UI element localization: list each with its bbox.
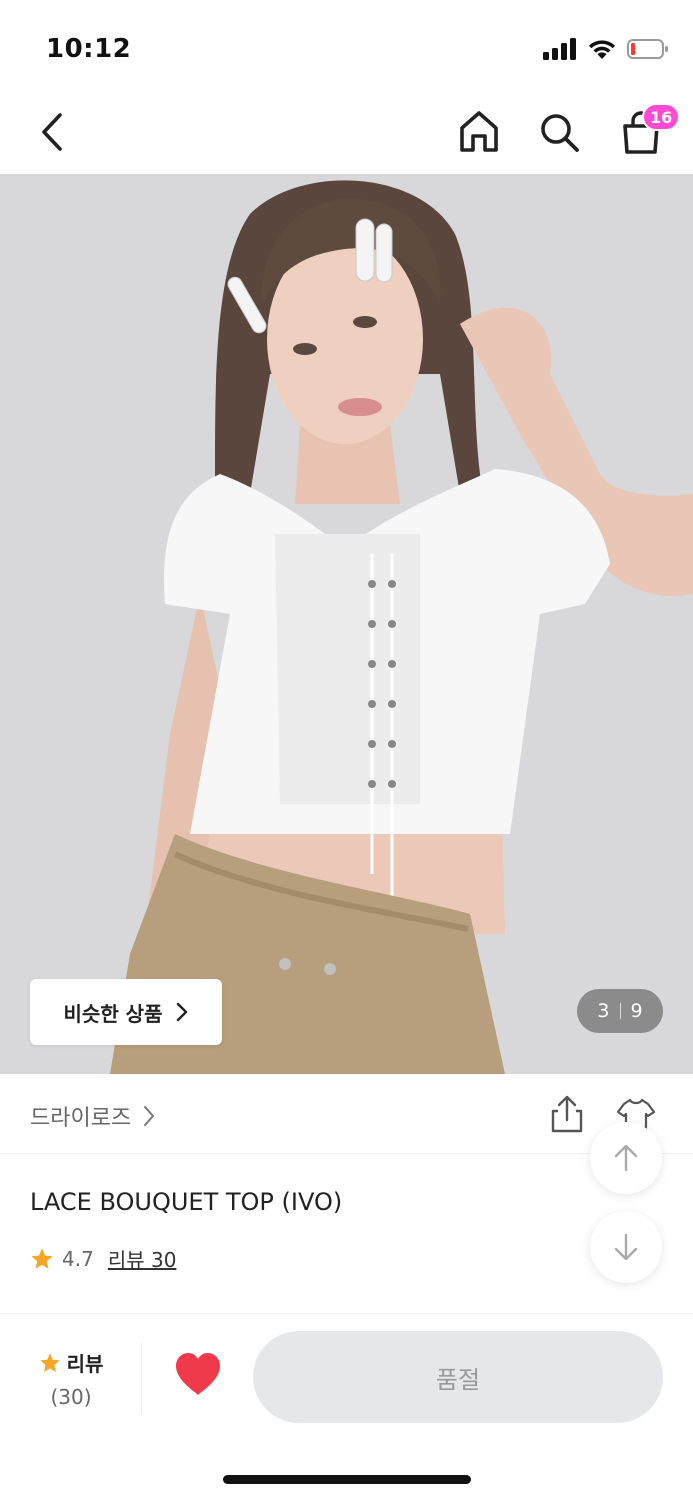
- similar-products-button[interactable]: 비슷한 상품: [30, 979, 222, 1045]
- scroll-up-button[interactable]: [590, 1122, 662, 1194]
- current-page: 3: [597, 1000, 610, 1022]
- review-summary-button[interactable]: 리뷰 (30): [30, 1348, 112, 1409]
- cart-count-badge: 16: [642, 103, 681, 131]
- similar-products-label: 비슷한 상품: [63, 1001, 163, 1026]
- star-icon: [31, 1248, 53, 1269]
- bottom-action-bar: 리뷰 (30) 품절: [0, 1313, 693, 1433]
- status-icons: [543, 38, 669, 60]
- share-icon: [551, 1095, 583, 1133]
- home-icon: [460, 111, 498, 152]
- chevron-left-icon: [42, 113, 62, 151]
- arrow-down-icon: [614, 1233, 638, 1261]
- like-button[interactable]: [174, 1352, 222, 1398]
- search-button[interactable]: [536, 108, 582, 156]
- brand-link[interactable]: 드라이로즈: [30, 1100, 155, 1132]
- scroll-down-button[interactable]: [590, 1211, 662, 1283]
- product-photo: [0, 174, 693, 1074]
- status-bar: 10:12: [0, 0, 693, 92]
- review-link[interactable]: 리뷰 30: [108, 1244, 177, 1273]
- review-label: 리뷰: [66, 1352, 104, 1376]
- heart-icon: [176, 1353, 220, 1395]
- divider: [141, 1342, 142, 1414]
- battery-icon: [627, 39, 668, 59]
- back-button[interactable]: [30, 108, 74, 156]
- wifi-icon: [589, 40, 615, 59]
- product-title: LACE BOUQUET TOP (IVO): [30, 1188, 343, 1216]
- signal-icon: [543, 38, 576, 60]
- chevron-right-icon: [144, 1106, 155, 1126]
- product-image-carousel[interactable]: 비슷한 상품 3 9: [0, 174, 693, 1074]
- rating-row: 4.7 리뷰 30: [30, 1244, 176, 1273]
- search-icon: [541, 114, 579, 152]
- arrow-up-icon: [614, 1144, 638, 1172]
- review-count: (30): [50, 1385, 92, 1409]
- status-time: 10:12: [46, 34, 132, 64]
- chevron-right-icon: [177, 1002, 188, 1022]
- soldout-button[interactable]: 품절: [253, 1331, 663, 1423]
- page-separator: [619, 1003, 621, 1019]
- home-indicator: [223, 1475, 471, 1484]
- brand-name: 드라이로즈: [30, 1106, 132, 1131]
- nav-bar: [0, 92, 693, 174]
- brand-row: 드라이로즈: [0, 1074, 693, 1154]
- image-page-indicator: 3 9: [577, 989, 663, 1033]
- review-summary-top: 리뷰: [30, 1348, 112, 1377]
- total-pages: 9: [630, 1000, 643, 1022]
- share-button[interactable]: [548, 1094, 586, 1134]
- rating-value: 4.7: [62, 1246, 94, 1271]
- home-button[interactable]: [456, 108, 502, 156]
- star-icon: [39, 1352, 60, 1372]
